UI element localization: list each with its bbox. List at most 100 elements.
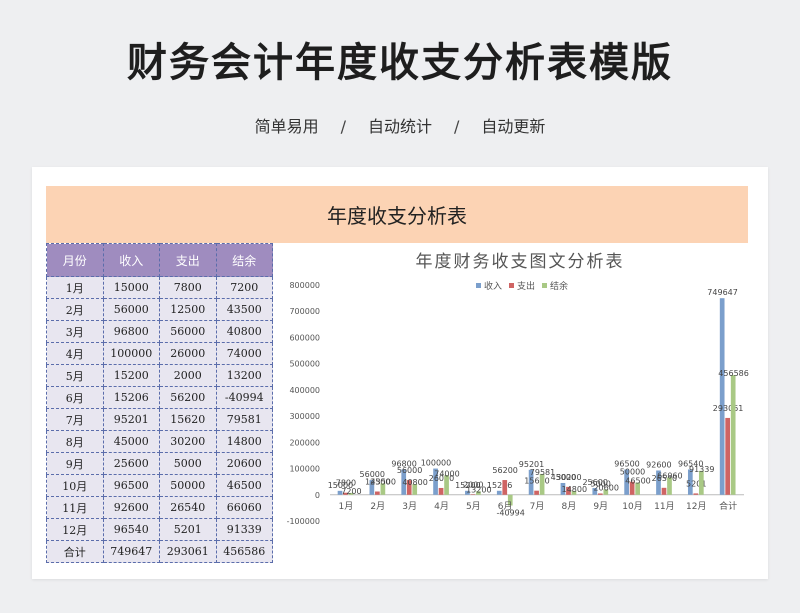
data-label: 92600: [646, 460, 671, 469]
bar-结余-12: [730, 375, 736, 495]
col-income-header[interactable]: 收入: [102, 243, 160, 277]
cell-expense[interactable]: 5201: [159, 518, 217, 541]
cell-balance[interactable]: 46500: [215, 474, 273, 497]
y-tick-label: 200000: [289, 438, 320, 447]
total-cell-expense[interactable]: 293061: [159, 540, 217, 563]
data-label: 74000: [434, 469, 459, 478]
cell-expense[interactable]: 5000: [159, 452, 217, 475]
cell-expense[interactable]: 30200: [159, 430, 217, 453]
total-cell-month[interactable]: 合计: [46, 540, 104, 563]
cell-balance[interactable]: 14800: [215, 430, 273, 453]
x-tick-label: 7月: [530, 501, 545, 512]
bar-结余-11: [698, 470, 704, 495]
data-table: 月份 收入 支出 结余 1月 15000 7800 7200 2月 56000 12500 4…: [46, 243, 273, 563]
data-label: 749647: [707, 288, 738, 297]
data-label: 456586: [718, 369, 749, 378]
y-tick-label: 400000: [289, 386, 320, 395]
cell-income[interactable]: 96540: [102, 518, 160, 541]
cell-month[interactable]: 4月: [46, 342, 104, 365]
x-tick-label: 2月: [370, 501, 385, 512]
cell-income[interactable]: 92600: [102, 496, 160, 519]
cell-income[interactable]: 15200: [102, 364, 160, 387]
cell-expense[interactable]: 15620: [159, 408, 217, 431]
x-tick-label: 5月: [466, 501, 481, 512]
y-tick-label: 600000: [289, 333, 320, 342]
bar-支出-10: [661, 487, 667, 495]
cell-balance[interactable]: 20600: [215, 452, 273, 475]
cell-income[interactable]: 95201: [102, 408, 160, 431]
y-tick-label: 800000: [289, 281, 320, 290]
cell-balance[interactable]: 13200: [215, 364, 273, 387]
cell-expense[interactable]: 56000: [159, 320, 217, 343]
cell-month[interactable]: 9月: [46, 452, 104, 475]
cell-income[interactable]: 96800: [102, 320, 160, 343]
bar-支出-11: [693, 493, 699, 495]
chart-area: 年度财务收支图文分析表 收入 支出 结余 -100000 0 100000 200000 300…: [280, 243, 750, 558]
cell-month[interactable]: 11月: [46, 496, 104, 519]
x-tick-label: 4月: [434, 501, 449, 512]
total-cell-balance[interactable]: 456586: [215, 540, 273, 563]
cell-balance[interactable]: 79581: [215, 408, 273, 431]
bar-结余-6: [539, 473, 545, 495]
cell-month[interactable]: 2月: [46, 298, 104, 321]
table-row: 12月 96540 5201 91339: [46, 518, 273, 541]
cell-month[interactable]: 3月: [46, 320, 104, 343]
sheet-banner-title: 年度收支分析表: [327, 204, 467, 228]
cell-income[interactable]: 15206: [102, 386, 160, 409]
cell-income[interactable]: 100000: [102, 342, 160, 365]
legend-label-1: 支出: [517, 280, 535, 292]
cell-balance[interactable]: 74000: [215, 342, 273, 365]
cell-month[interactable]: 10月: [46, 474, 104, 497]
table-row: 11月 92600 26540 66060: [46, 496, 273, 519]
cell-balance[interactable]: 43500: [215, 298, 273, 321]
cell-month[interactable]: 12月: [46, 518, 104, 541]
cell-balance[interactable]: 91339: [215, 518, 273, 541]
y-tick-label: 700000: [289, 307, 320, 316]
cell-expense[interactable]: 12500: [159, 298, 217, 321]
data-label: 293061: [713, 404, 744, 413]
page-title: 财务会计年度收支分析表模版: [127, 40, 673, 86]
cell-balance[interactable]: 66060: [215, 496, 273, 519]
legend-label-0: 收入: [484, 280, 502, 292]
tag-auto-update: 自动更新: [481, 117, 546, 136]
cell-income[interactable]: 56000: [102, 298, 160, 321]
cell-month[interactable]: 8月: [46, 430, 104, 453]
cell-income[interactable]: 45000: [102, 430, 160, 453]
cell-balance[interactable]: 7200: [215, 276, 273, 299]
table-row: 1月 15000 7800 7200: [46, 276, 273, 299]
x-tick-label: 10月: [622, 501, 642, 512]
col-expense-header[interactable]: 支出: [159, 243, 217, 277]
data-label: 91339: [689, 465, 714, 474]
cell-expense[interactable]: 26540: [159, 496, 217, 519]
tag-separator: /: [340, 117, 346, 136]
data-label: 20600: [593, 483, 618, 492]
table-total-row: 合计 749647 293061 456586: [46, 540, 273, 563]
cell-month[interactable]: 5月: [46, 364, 104, 387]
y-tick-label: 100000: [289, 465, 320, 474]
table-row: 4月 100000 26000 74000: [46, 342, 273, 365]
data-label: 15206: [487, 481, 512, 490]
cell-expense[interactable]: 26000: [159, 342, 217, 365]
cell-month[interactable]: 1月: [46, 276, 104, 299]
cell-balance[interactable]: 40800: [215, 320, 273, 343]
cell-month[interactable]: 7月: [46, 408, 104, 431]
cell-income[interactable]: 25600: [102, 452, 160, 475]
cell-income[interactable]: 96500: [102, 474, 160, 497]
cell-month[interactable]: 6月: [46, 386, 104, 409]
cell-expense[interactable]: 7800: [159, 276, 217, 299]
col-balance-header[interactable]: 结余: [215, 243, 273, 277]
cell-expense[interactable]: 50000: [159, 474, 217, 497]
total-cell-income[interactable]: 749647: [102, 540, 160, 563]
y-tick-label: 0: [315, 491, 320, 500]
col-month-header[interactable]: 月份: [46, 243, 104, 277]
data-label: 100000: [421, 459, 452, 468]
cell-expense[interactable]: 56200: [159, 386, 217, 409]
x-tick-label: 8月: [561, 501, 576, 512]
y-tick-label: 500000: [289, 360, 320, 369]
bar-收入-12: [719, 298, 725, 495]
cell-expense[interactable]: 2000: [159, 364, 217, 387]
bar-支出-6: [534, 490, 539, 495]
cell-income[interactable]: 15000: [102, 276, 160, 299]
cell-balance[interactable]: -40994: [215, 386, 273, 409]
tag-separator: /: [454, 117, 460, 136]
